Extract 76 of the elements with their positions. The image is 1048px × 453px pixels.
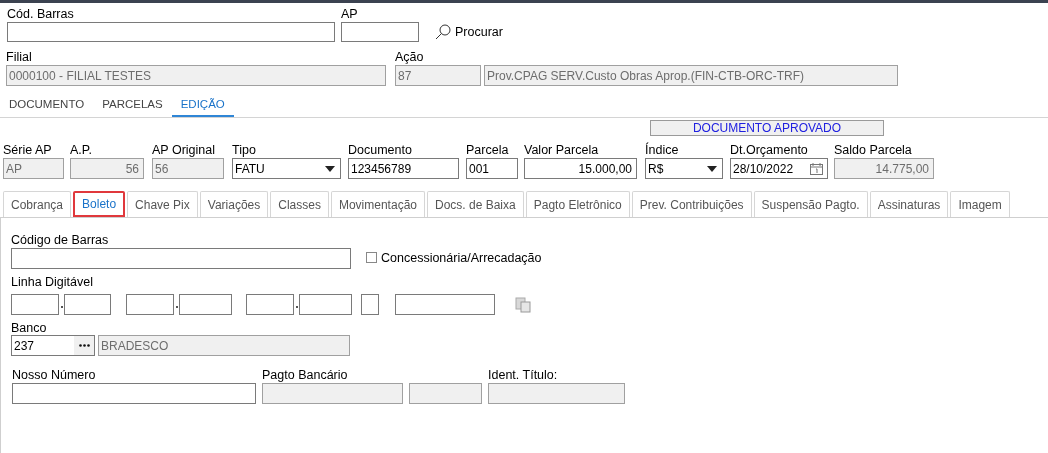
field-label: AP Original (152, 143, 216, 157)
input-field[interactable]: AP (3, 158, 64, 179)
ellipsis-icon (78, 344, 90, 347)
tab[interactable]: Classes (270, 191, 329, 217)
input-field[interactable]: 28/10/2022 (730, 158, 828, 179)
field-label: Código de Barras (11, 233, 110, 247)
input-field[interactable] (126, 294, 174, 315)
checkbox[interactable] (366, 252, 377, 264)
tab[interactable]: Boleto (73, 191, 126, 217)
input-field[interactable]: R$ (645, 158, 723, 179)
field-label: Dt.Orçamento (730, 143, 809, 157)
input-field[interactable] (299, 294, 352, 315)
lookup-button[interactable] (74, 336, 94, 355)
calendar-icon (810, 162, 823, 175)
input-field[interactable] (395, 294, 495, 315)
tab[interactable]: Cobrança (3, 191, 72, 217)
copy-icon[interactable] (515, 296, 531, 313)
input-field[interactable]: 15.000,00 (524, 158, 637, 179)
input-field[interactable]: FATU (232, 158, 341, 179)
input-field[interactable] (409, 383, 482, 404)
bank-code-field[interactable]: 237 (11, 335, 95, 356)
input-field[interactable]: 56 (70, 158, 144, 179)
field-label: Filial (6, 50, 33, 64)
field-label: Pagto Bancário (262, 368, 349, 382)
field-label: Tipo (232, 143, 257, 157)
input-field[interactable]: 001 (466, 158, 518, 179)
input-field[interactable]: Prov.CPAG SERV.Custo Obras Aprop.(FIN-CTB-ORC-TRF) (484, 65, 898, 86)
field-label: Saldo Parcela (834, 143, 913, 157)
search-button[interactable]: Procurar (435, 24, 503, 40)
input-field[interactable]: 87 (395, 65, 481, 86)
tab[interactable]: DOCUMENTO (0, 95, 94, 117)
input-field[interactable] (12, 383, 256, 404)
field-label: Nosso Número (12, 368, 97, 382)
input-field[interactable] (262, 383, 403, 404)
input-field[interactable]: BRADESCO (98, 335, 350, 356)
field-label: Série AP (3, 143, 53, 157)
input-field[interactable] (64, 294, 111, 315)
field-label: Valor Parcela (524, 143, 600, 157)
caret-icon (325, 165, 335, 172)
tab[interactable]: Movimentação (330, 191, 425, 217)
field-label: Cód. Barras (7, 7, 75, 21)
field-label: Índice (645, 143, 680, 157)
tab[interactable]: Pagto Eletrônico (525, 191, 630, 217)
tab[interactable]: PARCELAS (93, 95, 172, 117)
field-label: Banco (11, 321, 48, 335)
input-field[interactable] (361, 294, 379, 315)
status-banner: DOCUMENTO APROVADO (650, 120, 884, 136)
tab[interactable]: Chave Pix (127, 191, 198, 217)
field-label: Linha Digitável (11, 275, 94, 289)
search-icon (435, 24, 451, 40)
field-label: Ação (395, 50, 425, 64)
tab[interactable]: Suspensão Pagto. (753, 191, 868, 217)
tab[interactable]: Prev. Contribuições (631, 191, 752, 217)
tab[interactable]: Assinaturas (869, 191, 949, 217)
tab[interactable]: Docs. de Baixa (427, 191, 524, 217)
input-field[interactable] (7, 22, 335, 42)
field-label: AP (341, 7, 359, 21)
input-field[interactable] (179, 294, 232, 315)
field-label: Documento (348, 143, 413, 157)
field-label: Ident. Título: (488, 368, 559, 382)
input-field[interactable] (488, 383, 625, 404)
input-field[interactable] (341, 22, 419, 42)
input-field[interactable] (11, 248, 351, 269)
input-field[interactable]: 14.775,00 (834, 158, 934, 179)
checkbox-label: Concessionária/Arrecadação (381, 251, 542, 264)
tab[interactable]: Variações (199, 191, 269, 217)
input-field[interactable]: 0000100 - FILIAL TESTES (6, 65, 386, 86)
field-label: A.P. (70, 143, 93, 157)
tab[interactable]: Imagem (950, 191, 1010, 217)
tab[interactable]: EDIÇÃO (171, 95, 234, 117)
input-field[interactable] (11, 294, 59, 315)
caret-icon (707, 165, 717, 172)
field-label: Parcela (466, 143, 510, 157)
input-field[interactable]: 123456789 (348, 158, 459, 179)
input-field[interactable]: 56 (152, 158, 224, 179)
input-field[interactable] (246, 294, 294, 315)
